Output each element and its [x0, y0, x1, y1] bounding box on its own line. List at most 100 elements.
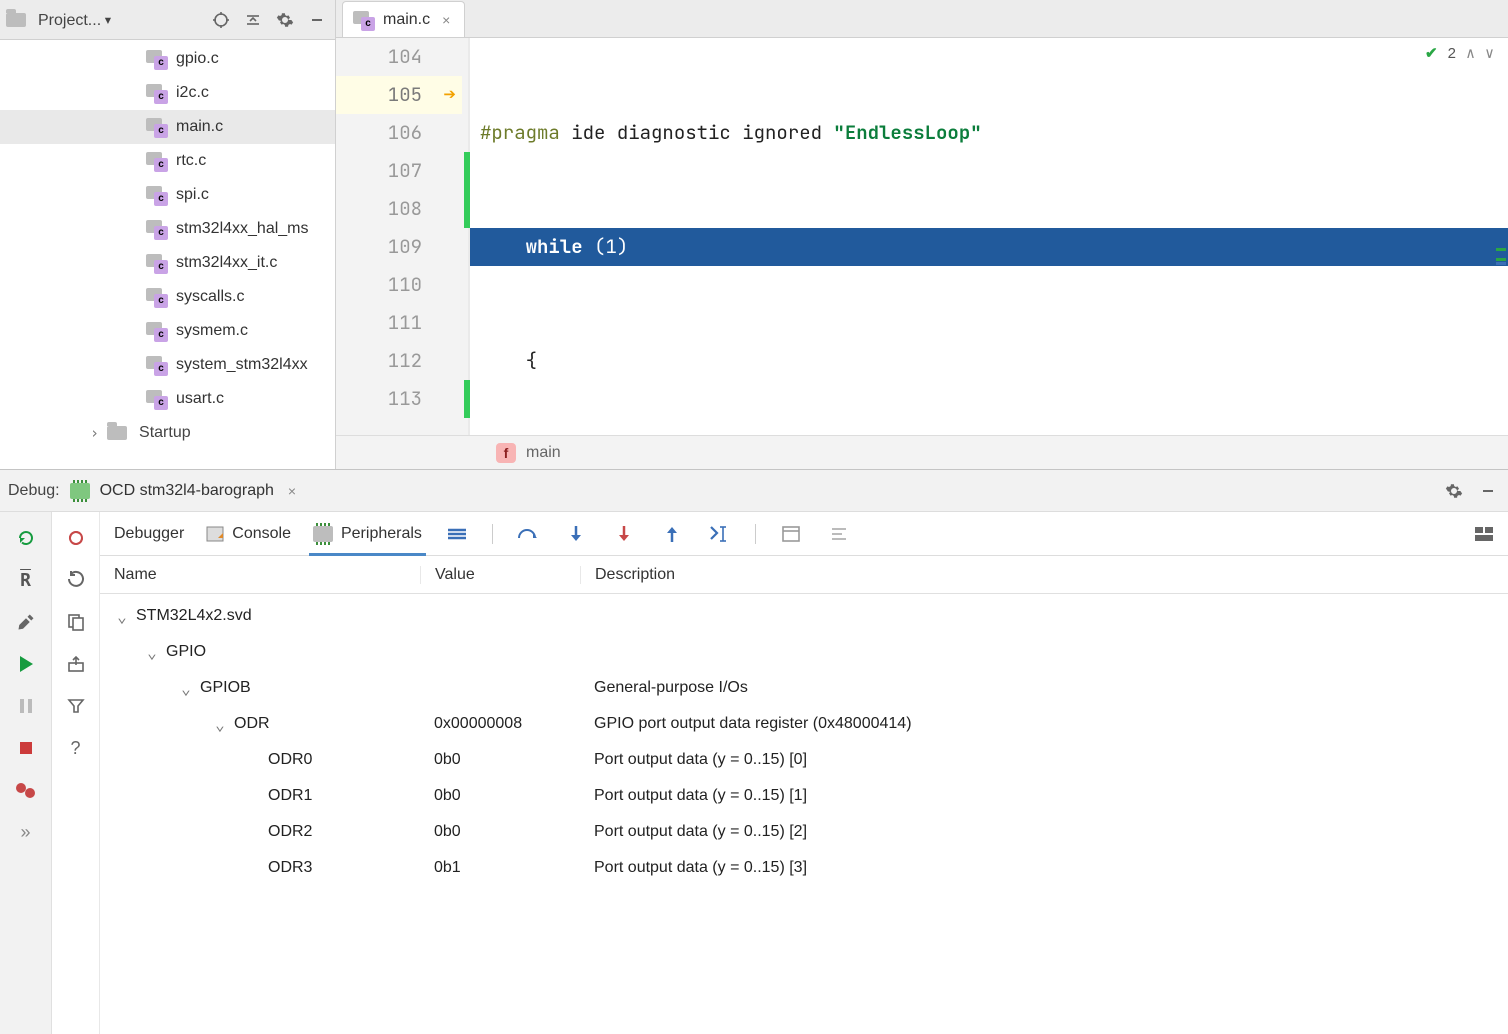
file-row[interactable]: stm32l4xx_it.c: [0, 246, 335, 280]
line-number: 110: [388, 272, 422, 297]
node-value: 0b1: [420, 859, 580, 877]
line-number: 108: [388, 196, 422, 221]
c-file-icon: [146, 186, 168, 204]
tree-row[interactable]: ODR3 0b1 Port output data (y = 0..15) [3…: [100, 850, 1508, 886]
step-over-button[interactable]: [515, 521, 541, 547]
file-name: stm32l4xx_hal_ms: [176, 220, 309, 238]
c-file-icon: [146, 84, 168, 102]
prev-problem-button[interactable]: ∧: [1466, 44, 1475, 62]
tab-debugger[interactable]: Debugger: [114, 512, 184, 555]
breakpoints-button[interactable]: [12, 776, 40, 804]
dropdown-icon: ▾: [103, 10, 113, 29]
step-into-button[interactable]: [563, 521, 589, 547]
file-row[interactable]: rtc.c: [0, 144, 335, 178]
node-name: ODR3: [268, 859, 312, 877]
file-row[interactable]: spi.c: [0, 178, 335, 212]
project-title[interactable]: Project...▾: [38, 10, 113, 30]
run-to-cursor-button[interactable]: [707, 521, 733, 547]
file-row[interactable]: gpio.c: [0, 42, 335, 76]
tree-row[interactable]: ⌄ODR 0x00000008 GPIO port output data re…: [100, 706, 1508, 742]
tree-row[interactable]: ODR0 0b0 Port output data (y = 0..15) [0…: [100, 742, 1508, 778]
code-text[interactable]: #pragma ide diagnostic ignored "EndlessL…: [470, 38, 1508, 435]
file-name: system_stm32l4xx: [176, 356, 308, 374]
file-row[interactable]: system_stm32l4xx: [0, 348, 335, 382]
tab-main-c[interactable]: main.c ×: [342, 1, 465, 37]
tab-peripherals[interactable]: Peripherals: [313, 512, 422, 555]
close-icon[interactable]: ×: [438, 12, 454, 28]
modify-button[interactable]: [12, 608, 40, 636]
evaluate-button[interactable]: [778, 521, 804, 547]
more-button[interactable]: »: [12, 818, 40, 846]
node-desc: Port output data (y = 0..15) [0]: [580, 751, 1508, 769]
collapse-icon[interactable]: ⌄: [212, 715, 228, 734]
debug-settings-button[interactable]: [1442, 479, 1466, 503]
close-icon[interactable]: ×: [284, 483, 300, 499]
debug-panel: Debug: OCD stm32l4-barograph × R: [0, 470, 1508, 1034]
collapse-icon[interactable]: ⌄: [144, 643, 160, 662]
pause-button[interactable]: [12, 692, 40, 720]
minimize-button[interactable]: [1476, 479, 1500, 503]
node-name: ODR2: [268, 823, 312, 841]
resume-button[interactable]: [12, 650, 40, 678]
node-desc: General-purpose I/Os: [580, 679, 1508, 697]
file-row[interactable]: main.c: [0, 110, 335, 144]
tab-console[interactable]: Console: [206, 512, 291, 555]
file-row[interactable]: syscalls.c: [0, 280, 335, 314]
expand-icon[interactable]: ›: [90, 424, 99, 442]
separator: [492, 524, 493, 544]
file-row[interactable]: usart.c: [0, 382, 335, 416]
tree-row[interactable]: ODR2 0b0 Port output data (y = 0..15) [2…: [100, 814, 1508, 850]
code-area[interactable]: 104 105➔ 106 107 108 109 110 111 112 113…: [336, 38, 1508, 435]
file-row[interactable]: stm32l4xx_hal_ms: [0, 212, 335, 246]
project-title-text: Project...: [38, 12, 101, 29]
debug-tabs: Debugger Console Peripherals: [100, 512, 1508, 556]
c-file-icon: [146, 288, 168, 306]
help-button[interactable]: ?: [62, 734, 90, 762]
collapse-all-button[interactable]: [241, 8, 265, 32]
export-button[interactable]: [62, 650, 90, 678]
node-name: GPIO: [166, 643, 206, 661]
settings-button[interactable]: [273, 8, 297, 32]
c-file-icon: [146, 322, 168, 340]
inspection-widget[interactable]: ✔ 2 ∧ ∨: [1425, 44, 1494, 62]
reset-button[interactable]: R: [12, 566, 40, 594]
rerun-button[interactable]: [12, 524, 40, 552]
folder-icon: [6, 13, 26, 27]
layout-button[interactable]: [1474, 526, 1494, 542]
tab-label: Console: [232, 525, 291, 543]
breadcrumb-function[interactable]: main: [526, 444, 561, 462]
line-number: 112: [388, 348, 422, 373]
file-row[interactable]: sysmem.c: [0, 314, 335, 348]
copy-button[interactable]: [62, 608, 90, 636]
folder-row[interactable]: ›Startup: [0, 416, 335, 450]
locate-button[interactable]: [209, 8, 233, 32]
collapse-icon[interactable]: ⌄: [114, 607, 130, 626]
problem-count: 2: [1448, 45, 1456, 62]
header-description[interactable]: Description: [580, 566, 1508, 584]
collapse-icon[interactable]: ⌄: [178, 679, 194, 698]
force-step-into-button[interactable]: [611, 521, 637, 547]
tree-row[interactable]: ⌄STM32L4x2.svd: [100, 598, 1508, 634]
tab-label: Debugger: [114, 525, 184, 543]
step-out-button[interactable]: [659, 521, 685, 547]
update-button[interactable]: [62, 524, 90, 552]
header-name[interactable]: Name: [100, 566, 420, 584]
minimize-button[interactable]: [305, 8, 329, 32]
tree-row[interactable]: ODR1 0b0 Port output data (y = 0..15) [1…: [100, 778, 1508, 814]
debug-config-name[interactable]: OCD stm32l4-barograph: [100, 482, 274, 500]
separator: [755, 524, 756, 544]
tree-row[interactable]: ⌄ GPIO: [100, 634, 1508, 670]
line-number: 107: [388, 158, 422, 183]
tree-row[interactable]: ⌄GPIOB General-purpose I/Os: [100, 670, 1508, 706]
trace-button[interactable]: [826, 521, 852, 547]
header-value[interactable]: Value: [420, 566, 580, 584]
next-problem-button[interactable]: ∨: [1485, 44, 1494, 62]
filter-button[interactable]: [62, 692, 90, 720]
project-header: Project...▾: [0, 0, 335, 40]
error-stripe[interactable]: [1494, 38, 1508, 435]
file-row[interactable]: i2c.c: [0, 76, 335, 110]
file-name: gpio.c: [176, 50, 219, 68]
show-frames-button[interactable]: [444, 521, 470, 547]
refresh-button[interactable]: [62, 566, 90, 594]
stop-button[interactable]: [12, 734, 40, 762]
